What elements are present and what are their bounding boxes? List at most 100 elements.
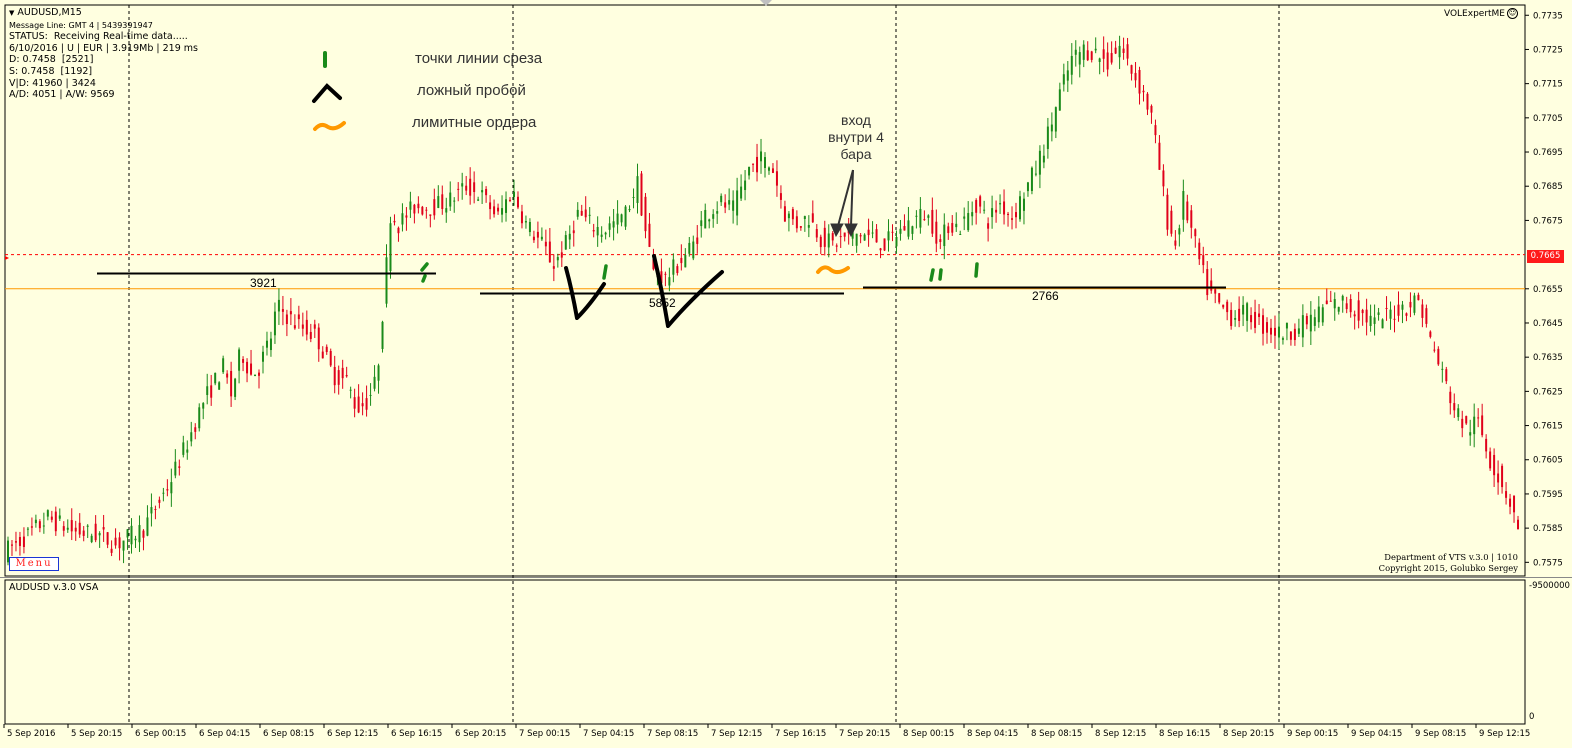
candle-body bbox=[226, 373, 229, 378]
time-tick-label: 9 Sep 08:15 bbox=[1415, 729, 1466, 739]
candle-body bbox=[1126, 44, 1129, 59]
candle-body bbox=[22, 536, 25, 547]
candle-body bbox=[206, 386, 209, 395]
candle-body bbox=[509, 199, 512, 201]
candle-body bbox=[321, 351, 324, 359]
candle-body bbox=[676, 266, 679, 274]
candle-body bbox=[688, 242, 691, 254]
candle-body bbox=[501, 208, 504, 215]
candle-body bbox=[584, 209, 587, 218]
info-line: V|D: 41960 | 3424 bbox=[9, 77, 96, 89]
candle-body bbox=[1214, 289, 1217, 294]
candle-body bbox=[720, 195, 723, 203]
candle-body bbox=[1401, 304, 1404, 310]
candle-body bbox=[246, 361, 249, 374]
candle-body bbox=[544, 241, 547, 247]
candle-body bbox=[1337, 306, 1340, 312]
candle-body bbox=[919, 208, 922, 228]
candle-body bbox=[1118, 45, 1121, 58]
cut-point-mark bbox=[421, 274, 427, 283]
sub-axis-label: 0 bbox=[1529, 712, 1534, 722]
price-chart[interactable]: 0.7735 0.7725 0.7715 0.7705 0.7695 0.7685 0.76… bbox=[0, 0, 1572, 748]
candle-body bbox=[899, 228, 902, 234]
candle-body bbox=[927, 215, 930, 218]
candle-body bbox=[955, 223, 958, 228]
chart-info-panel: ▼ AUDUSD,M15 Message Line: GMT 4 | 54393… bbox=[9, 7, 198, 101]
info-line: D: 0.7458 [2521] bbox=[9, 54, 94, 66]
candle-body bbox=[222, 358, 225, 373]
candle-body bbox=[1114, 47, 1117, 54]
candle-body bbox=[1254, 311, 1257, 328]
candle-body bbox=[1011, 218, 1014, 220]
time-tick-label: 8 Sep 16:15 bbox=[1159, 729, 1210, 739]
candle-body bbox=[1162, 170, 1165, 187]
candle-body bbox=[815, 229, 818, 238]
candle-body bbox=[680, 257, 683, 264]
candle-body bbox=[636, 176, 639, 204]
candle-body bbox=[644, 196, 647, 232]
candle-body bbox=[704, 209, 707, 229]
candle-body bbox=[182, 442, 185, 455]
candle-body bbox=[389, 223, 392, 272]
candle-body bbox=[1130, 65, 1133, 74]
candle-body bbox=[289, 311, 292, 315]
copyright-line: Copyright 2015, Golubko Sergey bbox=[1378, 562, 1518, 573]
candle-body bbox=[516, 196, 519, 208]
time-tick-label: 7 Sep 12:15 bbox=[711, 729, 762, 739]
candle-body bbox=[512, 191, 515, 197]
candle-body bbox=[1146, 93, 1149, 110]
candle-body bbox=[684, 255, 687, 268]
time-tick-label: 8 Sep 20:15 bbox=[1223, 729, 1274, 739]
candle-body bbox=[536, 231, 539, 238]
arrow-head-icon bbox=[844, 223, 858, 238]
candle-body bbox=[712, 214, 715, 219]
candle-body bbox=[118, 537, 121, 549]
candle-body bbox=[1250, 315, 1253, 323]
price-tick-label: 0.7735 bbox=[1533, 11, 1563, 21]
candle-body bbox=[1098, 58, 1101, 62]
candle-body bbox=[1026, 182, 1029, 192]
candle-body bbox=[867, 229, 870, 236]
candle-body bbox=[995, 209, 998, 213]
candle-body bbox=[612, 221, 615, 228]
candle-body bbox=[1449, 391, 1452, 404]
scroll-marker-icon[interactable] bbox=[760, 0, 772, 6]
candle-body bbox=[807, 225, 810, 228]
candle-body bbox=[1453, 403, 1456, 411]
menu-button[interactable]: Menu bbox=[9, 557, 59, 571]
candle-body bbox=[672, 259, 675, 275]
candle-body bbox=[664, 273, 667, 275]
candle-body bbox=[1166, 194, 1169, 230]
expert-advisor-label[interactable]: VOLExpertME ☺ bbox=[1444, 8, 1518, 19]
candle-body bbox=[198, 407, 201, 429]
candle-body bbox=[883, 238, 886, 251]
candle-body bbox=[548, 241, 551, 263]
candle-body bbox=[214, 372, 217, 384]
candle-body bbox=[596, 226, 599, 236]
candle-body bbox=[1409, 301, 1412, 308]
candle-body bbox=[648, 223, 651, 247]
candle-body bbox=[230, 370, 233, 397]
candle-body bbox=[345, 374, 348, 377]
candle-body bbox=[106, 532, 109, 545]
candle-body bbox=[979, 196, 982, 207]
candle-body bbox=[520, 211, 523, 224]
candle-body bbox=[1477, 417, 1480, 419]
candle-body bbox=[309, 331, 312, 339]
dropdown-arrow-icon[interactable]: ▼ bbox=[9, 9, 14, 17]
candle-body bbox=[732, 200, 735, 211]
candle-body bbox=[1106, 52, 1109, 70]
candle-body bbox=[190, 432, 193, 442]
candle-body bbox=[1154, 125, 1157, 136]
tilde-icon bbox=[313, 121, 346, 131]
candle-body bbox=[1273, 327, 1276, 336]
candle-body bbox=[524, 221, 527, 223]
candle-body bbox=[1413, 295, 1416, 313]
candle-body bbox=[716, 211, 719, 214]
candle-body bbox=[1102, 49, 1105, 59]
legend-item-cut-points: точки линии среза bbox=[415, 50, 543, 67]
candle-body bbox=[277, 299, 280, 312]
candle-body bbox=[1030, 167, 1033, 191]
candle-body bbox=[1381, 319, 1384, 329]
candle-body bbox=[14, 541, 17, 543]
